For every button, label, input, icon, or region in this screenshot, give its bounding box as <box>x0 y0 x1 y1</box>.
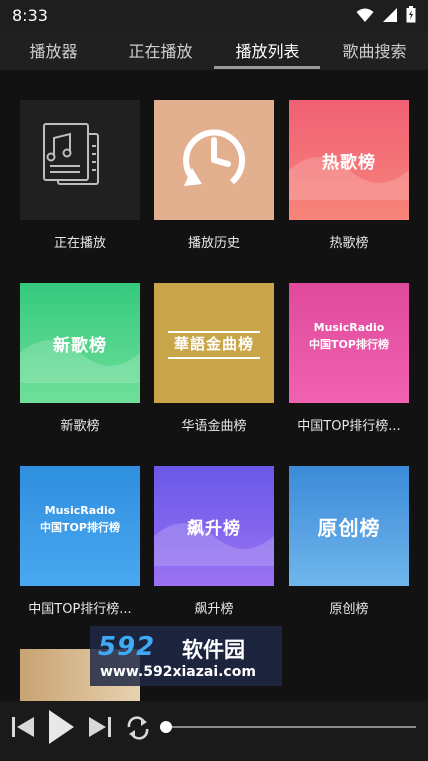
tile-hot-songs[interactable]: 热歌榜 <box>289 100 409 220</box>
tab-playlist[interactable]: 播放列表 <box>214 30 321 70</box>
cover-title: 飙升榜 <box>187 518 241 539</box>
tile-label: 正在播放 <box>53 236 106 251</box>
skip-previous-icon[interactable] <box>10 714 36 740</box>
status-bar: 8:33 <box>0 0 428 30</box>
tile-label: 播放历史 <box>187 236 240 251</box>
tile-label: 华语金曲榜 <box>181 419 247 434</box>
music-radio-text: MusicRadio <box>44 504 116 517</box>
cover-title: 華語金曲榜 <box>173 334 254 353</box>
cover-title: 原创榜 <box>317 515 381 540</box>
tile-label: 中国TOP排行榜... <box>297 419 401 434</box>
tile-china-top-1[interactable]: MusicRadio 中国TOP排行榜 <box>289 283 409 403</box>
cover-title: 中国TOP排行榜 <box>40 521 120 534</box>
watermark-logo: 592 <box>98 632 156 662</box>
tile-china-top-2[interactable]: MusicRadio 中国TOP排行榜 <box>20 466 140 586</box>
tab-song-search[interactable]: 歌曲搜索 <box>321 30 428 70</box>
tile-chinese-gold[interactable]: 華語金曲榜 <box>154 283 274 403</box>
music-player-app: 8:33 播放器 正在播放 播放列表 歌曲搜索 正在播放 播放历史 热歌榜 热歌… <box>0 0 428 761</box>
tile-label: 热歌榜 <box>329 236 369 251</box>
tile-label: 新歌榜 <box>60 419 100 434</box>
repeat-icon[interactable] <box>124 715 152 741</box>
progress-track[interactable] <box>166 726 416 728</box>
watermark: 592 软件园 www.592xiazai.com <box>90 626 282 686</box>
tile-play-history[interactable] <box>154 100 274 220</box>
tab-label: 播放器 <box>29 42 78 61</box>
tab-bar: 播放器 正在播放 播放列表 歌曲搜索 <box>0 30 428 70</box>
tile-rising[interactable]: 飙升榜 <box>154 466 274 586</box>
music-document-icon <box>43 123 99 185</box>
progress-knob[interactable] <box>160 721 172 733</box>
tile-new-songs[interactable]: 新歌榜 <box>20 283 140 403</box>
cover-title: 新歌榜 <box>53 335 107 356</box>
music-radio-logo: MusicRadio 中国TOP排行榜 <box>289 321 409 352</box>
wifi-icon <box>356 8 374 22</box>
tab-now-playing[interactable]: 正在播放 <box>107 30 214 70</box>
signal-icon <box>383 7 397 22</box>
cover-title: 热歌榜 <box>322 152 376 173</box>
tile-label: 中国TOP排行榜... <box>28 602 132 617</box>
status-icons <box>356 6 416 23</box>
tab-label: 播放列表 <box>235 42 300 61</box>
tab-label: 歌曲搜索 <box>342 42 407 61</box>
tile-now-playing[interactable] <box>20 100 140 220</box>
tile-label: 飙升榜 <box>194 602 234 617</box>
player-bar <box>0 701 428 761</box>
active-tab-indicator <box>214 66 320 69</box>
watermark-url: www.592xiazai.com <box>100 664 256 680</box>
cover-title: 中国TOP排行榜 <box>309 338 389 351</box>
battery-icon <box>406 6 416 23</box>
play-icon[interactable] <box>46 708 76 746</box>
tile-label: 原创榜 <box>329 602 369 617</box>
tab-player[interactable]: 播放器 <box>0 30 107 70</box>
status-time: 8:33 <box>12 5 48 25</box>
music-radio-logo: MusicRadio 中国TOP排行榜 <box>20 504 140 535</box>
watermark-name: 软件园 <box>182 638 245 662</box>
history-clock-icon <box>183 129 246 186</box>
skip-next-icon[interactable] <box>87 714 113 740</box>
playlist-grid: 正在播放 播放历史 热歌榜 热歌榜 新歌榜 新歌榜 華語金曲榜 华语金曲榜 Mu… <box>0 70 428 701</box>
tile-original[interactable]: 原创榜 <box>289 466 409 586</box>
tab-label: 正在播放 <box>128 42 193 61</box>
music-radio-text: MusicRadio <box>313 321 385 334</box>
